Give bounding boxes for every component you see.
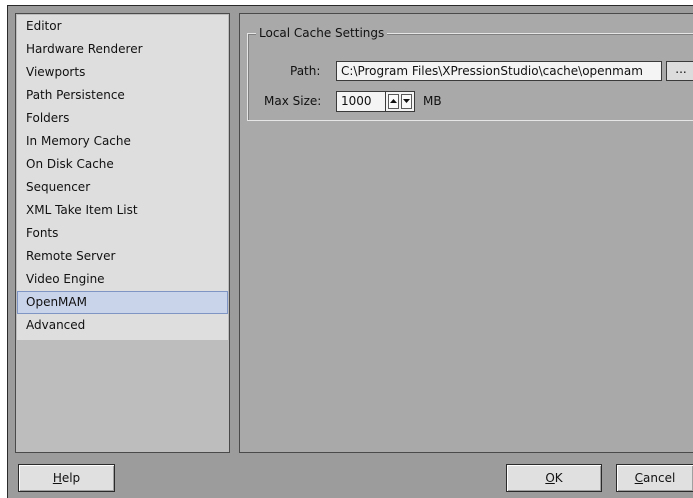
ok-label: K <box>554 471 563 485</box>
settings-panel: Local Cache Settings Path: C:\Program Fi… <box>239 13 693 453</box>
help-mnemonic: H <box>52 471 62 485</box>
sidebar-item-in-memory-cache[interactable]: In Memory Cache <box>17 130 228 153</box>
preferences-dialog: Editor Hardware Renderer Viewports Path … <box>7 5 693 498</box>
sidebar-item-video-engine[interactable]: Video Engine <box>17 268 228 291</box>
max-size-input[interactable]: 1000 <box>336 91 385 112</box>
max-size-label: Max Size: <box>264 94 322 108</box>
sidebar-item-on-disk-cache[interactable]: On Disk Cache <box>17 153 228 176</box>
cancel-button[interactable]: Cancel <box>616 464 693 492</box>
browse-button[interactable]: ... <box>666 61 693 81</box>
cancel-label: ancel <box>643 471 676 485</box>
group-title: Local Cache Settings <box>256 25 388 41</box>
cancel-mnemonic: C <box>634 471 644 485</box>
sidebar-item-viewports[interactable]: Viewports <box>17 61 228 84</box>
category-list: Editor Hardware Renderer Viewports Path … <box>17 15 228 340</box>
ok-button[interactable]: OK <box>506 464 602 492</box>
help-label: elp <box>61 471 81 485</box>
path-input[interactable]: C:\Program Files\XPressionStudio\cache\o… <box>336 61 662 81</box>
ok-mnemonic: O <box>545 471 555 485</box>
sidebar-item-editor[interactable]: Editor <box>17 15 228 38</box>
help-button[interactable]: Help <box>18 464 115 492</box>
sidebar-item-fonts[interactable]: Fonts <box>17 222 228 245</box>
sidebar-item-sequencer[interactable]: Sequencer <box>17 176 228 199</box>
sidebar-item-advanced[interactable]: Advanced <box>17 314 228 337</box>
arrow-up-icon[interactable] <box>388 94 399 109</box>
arrow-down-icon[interactable] <box>401 94 412 109</box>
sidebar-item-folders[interactable]: Folders <box>17 107 228 130</box>
max-size-spinner <box>385 91 415 112</box>
sidebar-item-openmam[interactable]: OpenMAM <box>17 291 228 314</box>
sidebar-item-hardware-renderer[interactable]: Hardware Renderer <box>17 38 228 61</box>
sidebar-item-xml-take-item-list[interactable]: XML Take Item List <box>17 199 228 222</box>
path-label: Path: <box>290 64 321 78</box>
category-sidebar: Editor Hardware Renderer Viewports Path … <box>15 13 230 453</box>
sidebar-item-path-persistence[interactable]: Path Persistence <box>17 84 228 107</box>
unit-label: MB <box>423 94 442 108</box>
sidebar-item-remote-server[interactable]: Remote Server <box>17 245 228 268</box>
